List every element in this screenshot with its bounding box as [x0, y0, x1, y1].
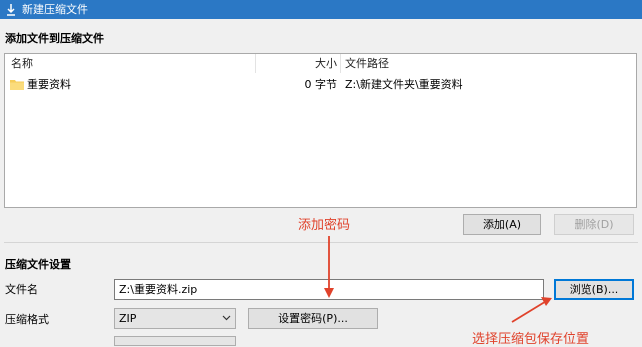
annotation-arrows	[324, 236, 552, 323]
annotation-choose-location: 选择压缩包保存位置	[472, 332, 590, 347]
arrow-head-down	[324, 288, 334, 298]
arrow-head-diagonal	[541, 297, 552, 306]
arrow-line-diagonal	[511, 299, 549, 323]
